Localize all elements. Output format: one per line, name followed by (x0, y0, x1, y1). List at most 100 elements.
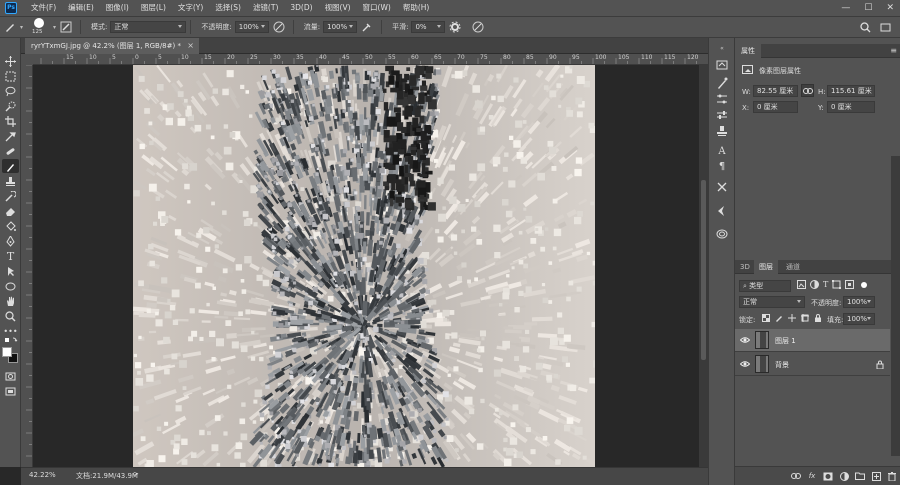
airbrush-icon[interactable] (360, 20, 374, 34)
pen-tool-icon[interactable] (2, 234, 19, 248)
new-layer-icon[interactable] (871, 471, 881, 481)
menu-help[interactable]: 帮助(H) (397, 0, 436, 16)
styles-panel-icon[interactable] (715, 204, 729, 218)
libraries-panel-icon[interactable] (715, 227, 729, 241)
link-dimensions-icon[interactable] (801, 84, 814, 97)
link-layers-icon[interactable] (791, 471, 801, 481)
ellipse-tool-icon[interactable] (2, 279, 19, 293)
minimize-icon[interactable]: — (841, 3, 850, 13)
paragraph-panel-icon[interactable]: ¶ (715, 159, 729, 173)
hand-tool-icon[interactable] (2, 294, 19, 308)
lock-all-icon[interactable] (814, 314, 822, 322)
delete-layer-icon[interactable] (887, 471, 897, 481)
close-window-icon[interactable]: ✕ (886, 3, 894, 13)
clone-source-panel-icon[interactable] (715, 124, 729, 138)
screen-mode-icon[interactable] (2, 384, 19, 398)
marquee-tool-icon[interactable] (2, 69, 19, 83)
new-adjustment-layer-icon[interactable] (839, 471, 849, 481)
eyedropper-tool-icon[interactable] (2, 129, 19, 143)
lock-image-pixels-icon[interactable] (775, 314, 783, 322)
brush-size-picker[interactable]: 125 (28, 17, 50, 37)
swap-default-colors-icon[interactable] (2, 337, 19, 345)
layer-name[interactable]: 图层 1 (775, 336, 796, 346)
filter-pixel-icon[interactable] (797, 280, 806, 289)
workspace-switcher-icon[interactable] (878, 20, 892, 34)
filter-shape-icon[interactable] (832, 280, 842, 289)
move-tool-icon[interactable] (2, 54, 19, 68)
menu-image[interactable]: 图像(I) (100, 0, 135, 16)
filter-adjustment-icon[interactable] (810, 280, 819, 289)
menu-view[interactable]: 视图(V) (319, 0, 357, 16)
y-field[interactable]: 0 厘米 (827, 101, 875, 113)
lock-transparent-icon[interactable] (762, 314, 770, 322)
brush-tool-icon[interactable] (2, 159, 19, 173)
layer-name[interactable]: 背景 (775, 360, 789, 370)
ruler-origin[interactable] (21, 54, 33, 65)
menu-file[interactable]: 文件(F) (25, 0, 62, 16)
paint-bucket-tool-icon[interactable] (2, 219, 19, 233)
blend-mode-select[interactable]: 正常 (739, 296, 805, 308)
type-tool-icon[interactable]: T (2, 249, 19, 263)
pressure-size-icon[interactable] (471, 20, 485, 34)
pressure-opacity-icon[interactable] (272, 20, 286, 34)
horizontal-ruler[interactable]: 15 10 5 0 5 10 15 20 25 30 35 40 45 50 55 60 65 70 75 80 85 9… (33, 54, 708, 65)
filter-smart-object-icon[interactable] (845, 280, 855, 289)
smoothing-select[interactable]: 0% (411, 21, 446, 33)
spot-healing-tool-icon[interactable] (2, 144, 19, 158)
menu-window[interactable]: 窗口(W) (357, 0, 397, 16)
menu-filter[interactable]: 滤镜(T) (247, 0, 284, 16)
tools-preset-panel-icon[interactable] (715, 180, 729, 194)
document-tab[interactable]: ryrYTxmGJ.jpg @ 42.2% (图层 1, RGB/8#) * × (25, 38, 199, 54)
x-field[interactable]: 0 厘米 (753, 101, 798, 113)
width-field[interactable]: 82.55 厘米 (753, 85, 798, 97)
menu-type[interactable]: 文字(Y) (172, 0, 209, 16)
scrollbar-thumb[interactable] (701, 180, 706, 360)
color-swatches[interactable] (2, 347, 19, 363)
layer-style-fx-icon[interactable]: fx (807, 471, 817, 481)
lock-artboard-icon[interactable] (801, 314, 809, 322)
smoothing-settings-gear-icon[interactable] (448, 20, 462, 34)
sliders-panel-icon[interactable] (715, 108, 729, 122)
brush-panel-toggle-icon[interactable] (59, 20, 73, 34)
tab-layers[interactable]: 图层 (754, 260, 778, 274)
more-tools-icon[interactable]: ••• (2, 324, 19, 338)
document-image[interactable] (133, 65, 595, 467)
vertical-ruler[interactable] (21, 65, 33, 467)
layer-row-layer-1[interactable]: 图层 1 (735, 329, 890, 352)
history-brush-tool-icon[interactable] (2, 189, 19, 203)
layer-kind-filter[interactable]: ⌕ 类型 (739, 280, 791, 292)
menu-3d[interactable]: 3D(D) (284, 0, 318, 16)
close-tab-icon[interactable]: × (187, 38, 194, 54)
canvas-vertical-scrollbar[interactable] (699, 65, 708, 467)
layer-opacity-select[interactable]: 100% (843, 296, 875, 308)
properties-panel-tab[interactable]: 属性 (735, 44, 761, 58)
add-mask-icon[interactable] (823, 471, 833, 481)
quick-mask-icon[interactable] (2, 369, 19, 383)
menu-layer[interactable]: 图层(L) (135, 0, 172, 16)
history-panel-icon[interactable] (715, 58, 729, 72)
eraser-tool-icon[interactable] (2, 204, 19, 218)
layers-scrollbar[interactable] (891, 156, 900, 456)
properties-panel-menu-icon[interactable]: ≡ (890, 44, 897, 58)
filter-type-icon[interactable]: T (823, 280, 828, 289)
zoom-tool-icon[interactable] (2, 309, 19, 323)
zoom-level[interactable]: 42.22% (29, 471, 56, 479)
height-field[interactable]: 115.61 厘米 (827, 85, 875, 97)
visibility-eye-icon[interactable] (740, 335, 750, 345)
filter-toggle-icon[interactable] (861, 281, 868, 288)
status-menu-arrow[interactable]: > (133, 470, 139, 478)
layer-lock-icon[interactable] (876, 360, 884, 369)
menu-select[interactable]: 选择(S) (209, 0, 247, 16)
opacity-select[interactable]: 100% (234, 21, 269, 33)
fill-select[interactable]: 100% (843, 313, 875, 325)
tab-3d[interactable]: 3D (735, 260, 755, 274)
flow-select[interactable]: 100% (323, 21, 358, 33)
crop-tool-icon[interactable] (2, 114, 19, 128)
mode-select[interactable]: 正常 (110, 21, 187, 33)
collapse-panels-icon[interactable]: « (715, 41, 729, 55)
canvas-area[interactable] (33, 65, 699, 467)
visibility-eye-icon[interactable] (740, 359, 750, 369)
path-selection-tool-icon[interactable] (2, 264, 19, 278)
clone-stamp-tool-icon[interactable] (2, 174, 19, 188)
quick-selection-tool-icon[interactable] (2, 99, 19, 113)
